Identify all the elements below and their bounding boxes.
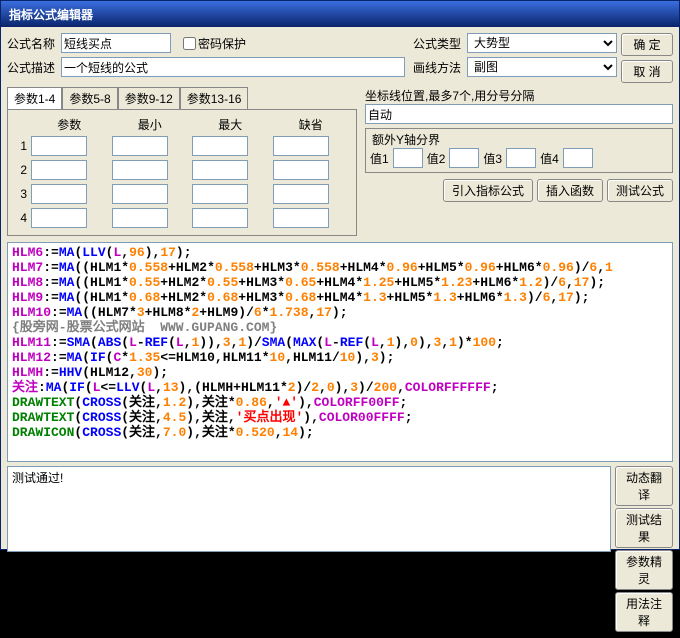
- param-max-4[interactable]: [192, 208, 248, 228]
- output-box: 测试通过!: [7, 466, 611, 552]
- tab-params-1-4[interactable]: 参数1-4: [7, 87, 62, 109]
- desc-input[interactable]: [61, 57, 405, 77]
- password-check[interactable]: 密码保护: [183, 35, 246, 52]
- titlebar: 指标公式编辑器: [1, 1, 679, 27]
- param-max-3[interactable]: [192, 184, 248, 204]
- tab-params-13-16[interactable]: 参数13-16: [180, 87, 249, 109]
- param-name-3[interactable]: [31, 184, 87, 204]
- test-result-button[interactable]: 测试结果: [615, 508, 673, 548]
- desc-label: 公式描述: [7, 59, 57, 76]
- param-min-2[interactable]: [112, 160, 168, 180]
- type-select[interactable]: 大势型: [467, 33, 617, 53]
- param-def-4[interactable]: [273, 208, 329, 228]
- yaxis-fieldset: 额外Y轴分界 值1 值2 值3 值4: [365, 128, 673, 173]
- param-max-1[interactable]: [192, 136, 248, 156]
- y4-input[interactable]: [563, 148, 593, 168]
- param-def-2[interactable]: [273, 160, 329, 180]
- insert-function-button[interactable]: 插入函数: [537, 179, 603, 202]
- param-name-2[interactable]: [31, 160, 87, 180]
- cancel-button[interactable]: 取 消: [621, 60, 673, 83]
- param-min-4[interactable]: [112, 208, 168, 228]
- param-wizard-button[interactable]: 参数精灵: [615, 550, 673, 590]
- draw-label: 画线方法: [413, 59, 463, 76]
- name-input[interactable]: [61, 33, 171, 53]
- table-row: 3: [14, 183, 350, 205]
- formula-editor-window: 指标公式编辑器 公式名称 密码保护 公式描述: [0, 0, 680, 550]
- table-row: 4: [14, 207, 350, 229]
- window-title: 指标公式编辑器: [5, 6, 675, 23]
- table-row: 1: [14, 135, 350, 157]
- y2-input[interactable]: [449, 148, 479, 168]
- draw-select[interactable]: 副图: [467, 57, 617, 77]
- param-def-1[interactable]: [273, 136, 329, 156]
- coord-input[interactable]: [365, 104, 673, 124]
- tab-params-9-12[interactable]: 参数9-12: [118, 87, 180, 109]
- dynamic-translate-button[interactable]: 动态翻译: [615, 466, 673, 506]
- password-checkbox[interactable]: [183, 37, 196, 50]
- param-min-1[interactable]: [112, 136, 168, 156]
- param-tabs: 参数1-4 参数5-8 参数9-12 参数13-16: [7, 87, 357, 109]
- name-label: 公式名称: [7, 35, 57, 52]
- y1-input[interactable]: [393, 148, 423, 168]
- type-label: 公式类型: [413, 35, 463, 52]
- coord-label: 坐标线位置,最多7个,用分号分隔: [365, 87, 673, 104]
- param-name-1[interactable]: [31, 136, 87, 156]
- param-min-3[interactable]: [112, 184, 168, 204]
- y3-input[interactable]: [506, 148, 536, 168]
- param-max-2[interactable]: [192, 160, 248, 180]
- ok-button[interactable]: 确 定: [621, 33, 673, 56]
- test-formula-button[interactable]: 测试公式: [607, 179, 673, 202]
- param-def-3[interactable]: [273, 184, 329, 204]
- param-name-4[interactable]: [31, 208, 87, 228]
- param-table: 参数 最小 最大 缺省 1 2 3 4: [12, 114, 352, 231]
- usage-notes-button[interactable]: 用法注释: [615, 592, 673, 632]
- tab-params-5-8[interactable]: 参数5-8: [62, 87, 117, 109]
- formula-code-editor[interactable]: HLM6:=MA(LLV(L,96),17);HLM7:=MA((HLM1*0.…: [7, 242, 673, 462]
- import-formula-button[interactable]: 引入指标公式: [443, 179, 533, 202]
- table-row: 2: [14, 159, 350, 181]
